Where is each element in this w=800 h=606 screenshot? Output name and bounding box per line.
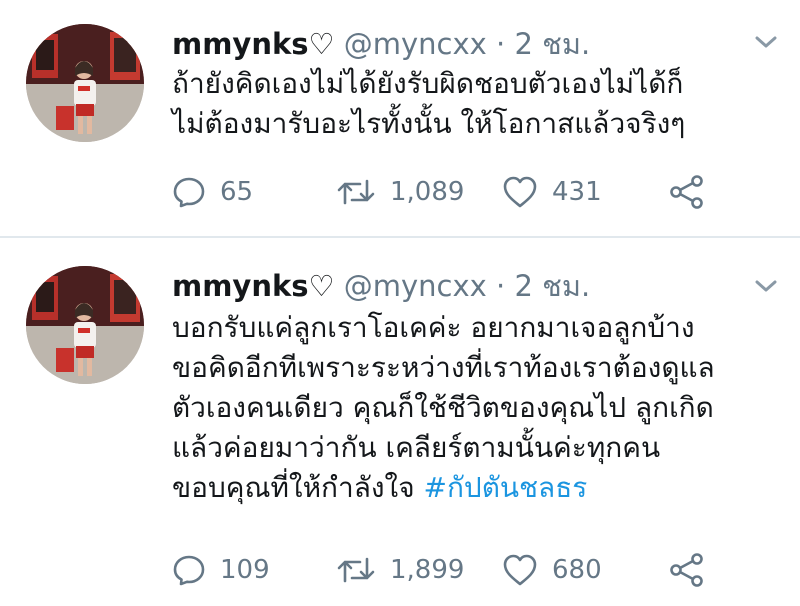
heart-icon xyxy=(503,554,537,586)
tweet[interactable]: mmynks♡ @myncxx · 2 ชม. ถ้ายังคิดเองไม่ไ… xyxy=(0,0,800,236)
handle[interactable]: @myncxx xyxy=(344,269,487,303)
tweet-text-line: ถ้ายังคิดเองไม่ได้ยังรับผิดชอบตัวเองไม่ไ… xyxy=(172,67,684,100)
retweet-count: 1,899 xyxy=(390,555,465,585)
tweet-text: ถ้ายังคิดเองไม่ได้ยังรับผิดชอบตัวเองไม่ไ… xyxy=(172,64,772,144)
name-heart: ♡ xyxy=(308,269,335,303)
reply-icon xyxy=(173,177,205,208)
tweet-text-line-last: ขอบคุณที่ให้กำลังใจ #กัปตันชลธร xyxy=(172,468,772,508)
avatar[interactable] xyxy=(26,24,144,142)
reply-count: 65 xyxy=(220,177,254,207)
retweet-icon xyxy=(337,179,375,205)
retweet-count: 1,089 xyxy=(390,177,465,207)
tweet-actions: 65 1,089 431 xyxy=(172,172,732,212)
tweet[interactable]: mmynks♡ @myncxx · 2 ชม. บอกรับแค่ลูกเราโ… xyxy=(0,238,800,606)
like-button[interactable]: 680 xyxy=(502,550,602,590)
timeline: mmynks♡ @myncxx · 2 ชม. ถ้ายังคิดเองไม่ไ… xyxy=(0,0,800,606)
tweet-text-line: ตัวเองคนเดียว คุณก็ใช้ชีวิตของคุณไป ลูกเ… xyxy=(172,391,714,424)
chevron-down-icon[interactable] xyxy=(752,274,780,298)
tweet-text-line: ไม่ต้องมารับอะไรทั้งนั้น ให้โอกาสแล้วจริ… xyxy=(172,107,686,140)
separator-dot: · xyxy=(496,269,506,303)
tweet-text-line: ขอคิดอีกทีเพราะระหว่างที่เราท้องเราต้องด… xyxy=(172,351,715,384)
display-name[interactable]: mmynks xyxy=(172,269,309,303)
tweet-text-fragment: ขอบคุณที่ให้กำลังใจ xyxy=(172,471,424,504)
reply-button[interactable]: 109 xyxy=(172,550,270,590)
reply-count: 109 xyxy=(220,555,270,585)
tweet-header: mmynks♡ @myncxx · 2 ชม. xyxy=(172,26,590,62)
tweet-text-line: บอกรับแค่ลูกเราโอเคค่ะ อยากมาเจอลูกบ้าง xyxy=(172,311,695,344)
separator-dot: · xyxy=(496,27,506,61)
like-button[interactable]: 431 xyxy=(502,172,602,212)
avatar[interactable] xyxy=(26,266,144,384)
retweet-button[interactable]: 1,899 xyxy=(336,550,464,590)
chevron-down-icon[interactable] xyxy=(752,30,780,54)
like-count: 680 xyxy=(552,555,602,585)
retweet-button[interactable]: 1,089 xyxy=(336,172,464,212)
reply-button[interactable]: 65 xyxy=(172,172,253,212)
reply-icon xyxy=(173,555,205,586)
avatar-photo xyxy=(26,24,144,142)
share-button[interactable] xyxy=(668,550,706,590)
share-icon xyxy=(670,175,703,209)
timestamp[interactable]: 2 ชม. xyxy=(514,269,590,303)
handle[interactable]: @myncxx xyxy=(344,27,487,61)
display-name[interactable]: mmynks xyxy=(172,27,309,61)
retweet-icon xyxy=(337,557,375,583)
heart-icon xyxy=(503,176,537,208)
like-count: 431 xyxy=(552,177,602,207)
tweet-actions: 109 1,899 680 xyxy=(172,550,732,590)
share-icon xyxy=(670,553,703,587)
avatar-photo xyxy=(26,266,144,384)
tweet-text-line: แล้วค่อยมาว่ากัน เคลียร์ตามนั้นค่ะทุกคน xyxy=(172,431,661,464)
tweet-header: mmynks♡ @myncxx · 2 ชม. xyxy=(172,268,590,304)
tweet-text: บอกรับแค่ลูกเราโอเคค่ะ อยากมาเจอลูกบ้าง … xyxy=(172,308,772,508)
timestamp[interactable]: 2 ชม. xyxy=(514,27,590,61)
name-heart: ♡ xyxy=(308,27,335,61)
hashtag-link[interactable]: #กัปตันชลธร xyxy=(424,471,588,504)
share-button[interactable] xyxy=(668,172,706,212)
